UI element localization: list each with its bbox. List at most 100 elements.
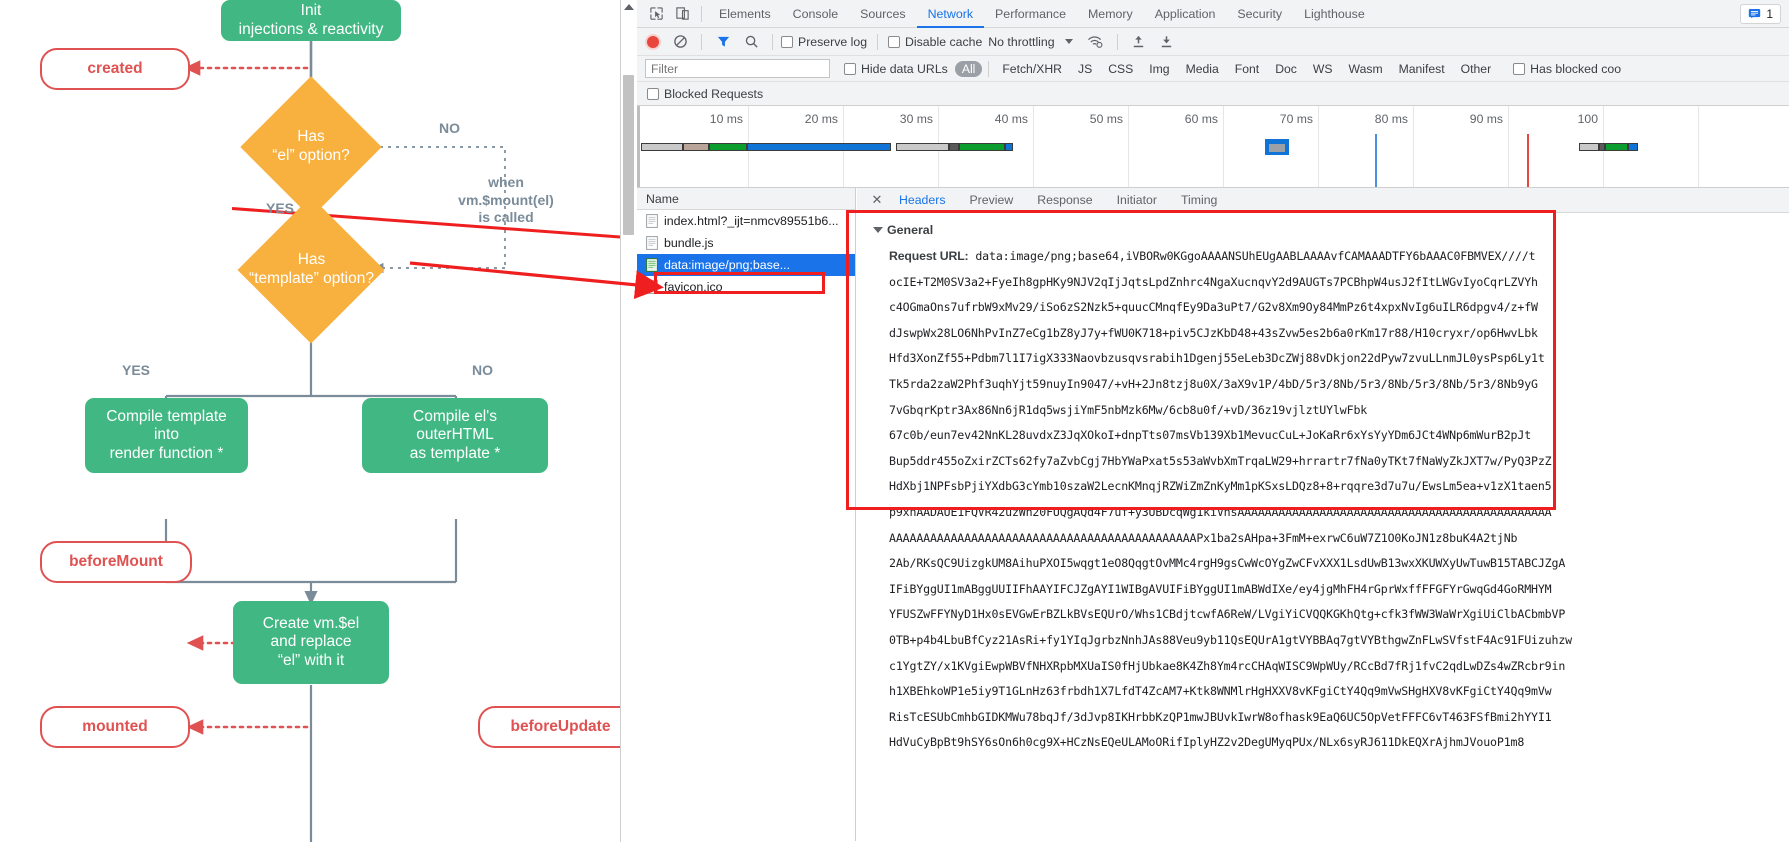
overview-tick: 90 ms [1469,112,1503,126]
search-icon[interactable] [738,29,764,55]
tab-application[interactable]: Application [1144,0,1227,28]
has-blocked-cookies-label: Has blocked coo [1530,61,1622,76]
blocked-requests-checkbox[interactable]: Blocked Requests [647,87,763,101]
details-content: General Request URL: data:image/png;base… [857,214,1789,841]
overview-bar-segment [1628,143,1638,151]
load-event-marker [1527,134,1529,187]
tab-sources[interactable]: Sources [849,0,916,28]
chevron-down-icon[interactable] [873,227,883,233]
toolbar-divider [877,33,879,50]
request-url-line: 7vGbqrKptr3Ax86Nn6jR1dq5wsjiYmF5nbMzk6Mw… [889,402,1368,417]
message-badge[interactable]: 1 [1740,3,1781,24]
details-tab-initiator[interactable]: Initiator [1105,188,1169,213]
tab-console[interactable]: Console [782,0,849,28]
type-filter-doc[interactable]: Doc [1268,61,1304,77]
image-document-icon [646,258,658,272]
type-filter-wasm[interactable]: Wasm [1342,61,1390,77]
decision-has-el-label: Has “el” option? [272,128,350,164]
request-row-bundle-js[interactable]: bundle.js [637,232,855,254]
hook-mounted: mounted [40,706,190,748]
details-tab-timing[interactable]: Timing [1169,188,1229,213]
request-url-line: IFiBYggUI1mABggUUIIFhAAYIFCJZgAYI1WIBgAV… [889,581,1552,596]
chrome-devtools-panel: Elements Console Sources Network Perform… [620,0,1789,842]
type-filter-css[interactable]: CSS [1101,61,1140,77]
request-url-line: c1YgtZY/x1KVgiEwpWBVfNHXRpbMXUaIS0fHjUbk… [889,658,1566,673]
toolbar-divider [772,33,773,50]
request-url-line: dJswpWx28LO6NhPvInZ7eCg1bZ8yJ7y+fWU0K718… [889,325,1538,340]
type-filter-other[interactable]: Other [1454,61,1498,77]
overview-tick: 40 ms [994,112,1028,126]
overview-bar-segment [683,143,709,151]
overview-bar-segment [1579,143,1599,151]
import-har-icon[interactable] [1126,29,1152,55]
checkbox-box[interactable] [781,35,793,48]
request-url-line: 67c0b/eun7ev42NnKL28uvdxZ3JqXOkoI+dnpTts… [889,428,1532,443]
overview-bar-segment [1605,143,1628,151]
type-filter-fetch-xhr[interactable]: Fetch/XHR [995,61,1069,77]
overview-left-edge [637,106,640,187]
tab-network[interactable]: Network [917,0,984,28]
tabbar-right-group: 1 [1740,3,1789,24]
throttling-select[interactable]: No throttling [984,35,1054,49]
checkbox-box[interactable] [844,62,856,75]
request-list-column-header[interactable]: Name [637,188,855,210]
hide-data-urls-checkbox[interactable]: Hide data URLs [844,62,948,76]
page-scrollbar[interactable] [621,0,637,842]
request-row-label: data:image/png;base... [664,258,791,272]
overview-tick: 50 ms [1089,112,1123,126]
preserve-log-label: Preserve log [798,34,868,49]
checkbox-box[interactable] [1513,62,1526,75]
checkbox-box[interactable] [647,87,659,100]
device-toolbar-icon[interactable] [669,1,695,27]
edge-label-template-no: NO [472,362,493,378]
details-tab-preview[interactable]: Preview [957,188,1025,213]
filter-icon[interactable] [710,29,736,55]
details-tab-response[interactable]: Response [1025,188,1104,213]
tab-performance[interactable]: Performance [984,0,1077,28]
type-filter-ws[interactable]: WS [1306,61,1340,77]
has-blocked-cookies-checkbox[interactable]: Has blocked coo [1513,62,1621,76]
type-filter-js[interactable]: JS [1071,61,1099,77]
general-section-header[interactable]: General [873,223,1789,237]
checkbox-box[interactable] [888,35,901,48]
type-filter-all[interactable]: All [954,60,983,77]
close-icon[interactable]: ✕ [867,192,887,208]
scroll-up-arrow-icon[interactable] [624,4,634,10]
tab-elements[interactable]: Elements [708,0,782,28]
type-filter-manifest[interactable]: Manifest [1392,61,1452,77]
network-conditions-icon[interactable] [1083,29,1109,55]
type-filter-media[interactable]: Media [1179,61,1226,77]
overview-bar-segment [896,143,949,151]
request-url-line: 0TB+p4b4LbuBfCyz21AsRi+fy1YIqJgrbzNnhJAs… [889,632,1573,647]
preserve-log-checkbox[interactable]: Preserve log [781,35,867,49]
record-button-icon[interactable] [647,35,659,48]
disable-cache-checkbox[interactable]: Disable cache [888,35,982,49]
tab-memory[interactable]: Memory [1077,0,1144,28]
node-create-el: Create vm.$el and replace “el” with it [233,601,389,684]
overview-gridline [1698,106,1699,187]
tab-lighthouse[interactable]: Lighthouse [1293,0,1376,28]
details-tab-headers[interactable]: Headers [887,188,957,213]
tab-security[interactable]: Security [1226,0,1293,28]
type-filter-img[interactable]: Img [1142,61,1176,77]
document-icon [646,280,658,294]
request-url-line: YFUSZwFFYNyD1Hx0sEVGwErBZLkBVsEQUrO/Whs1… [889,607,1566,622]
node-compile-outerhtml: Compile el's outerHTML as template * [362,398,548,473]
decision-has-template-label: Has “template” option? [249,251,374,287]
chevron-down-icon[interactable] [1064,39,1073,44]
request-row-favicon-ico[interactable]: favicon.ico [637,276,855,298]
request-row-index-html[interactable]: index.html?_ijt=nmcv89551b6... [637,210,855,232]
network-overview-timeline[interactable]: 10 ms 20 ms 30 ms 40 ms 50 ms 60 ms 70 m… [637,106,1789,188]
export-har-icon[interactable] [1154,29,1180,55]
request-details-pane: ✕ Headers Preview Response Initiator Tim… [857,188,1789,841]
hide-data-urls-label: Hide data URLs [861,61,948,76]
overview-tick: 20 ms [804,112,838,126]
message-icon [1749,9,1761,19]
request-row-data-image-png[interactable]: data:image/png;base... [637,254,855,276]
inspect-element-icon[interactable] [643,1,669,27]
scrollbar-thumb[interactable] [623,75,634,235]
filter-input[interactable] [645,59,830,78]
type-filter-font[interactable]: Font [1228,61,1266,77]
disable-cache-label: Disable cache [905,34,983,49]
clear-button-icon[interactable] [667,29,693,55]
